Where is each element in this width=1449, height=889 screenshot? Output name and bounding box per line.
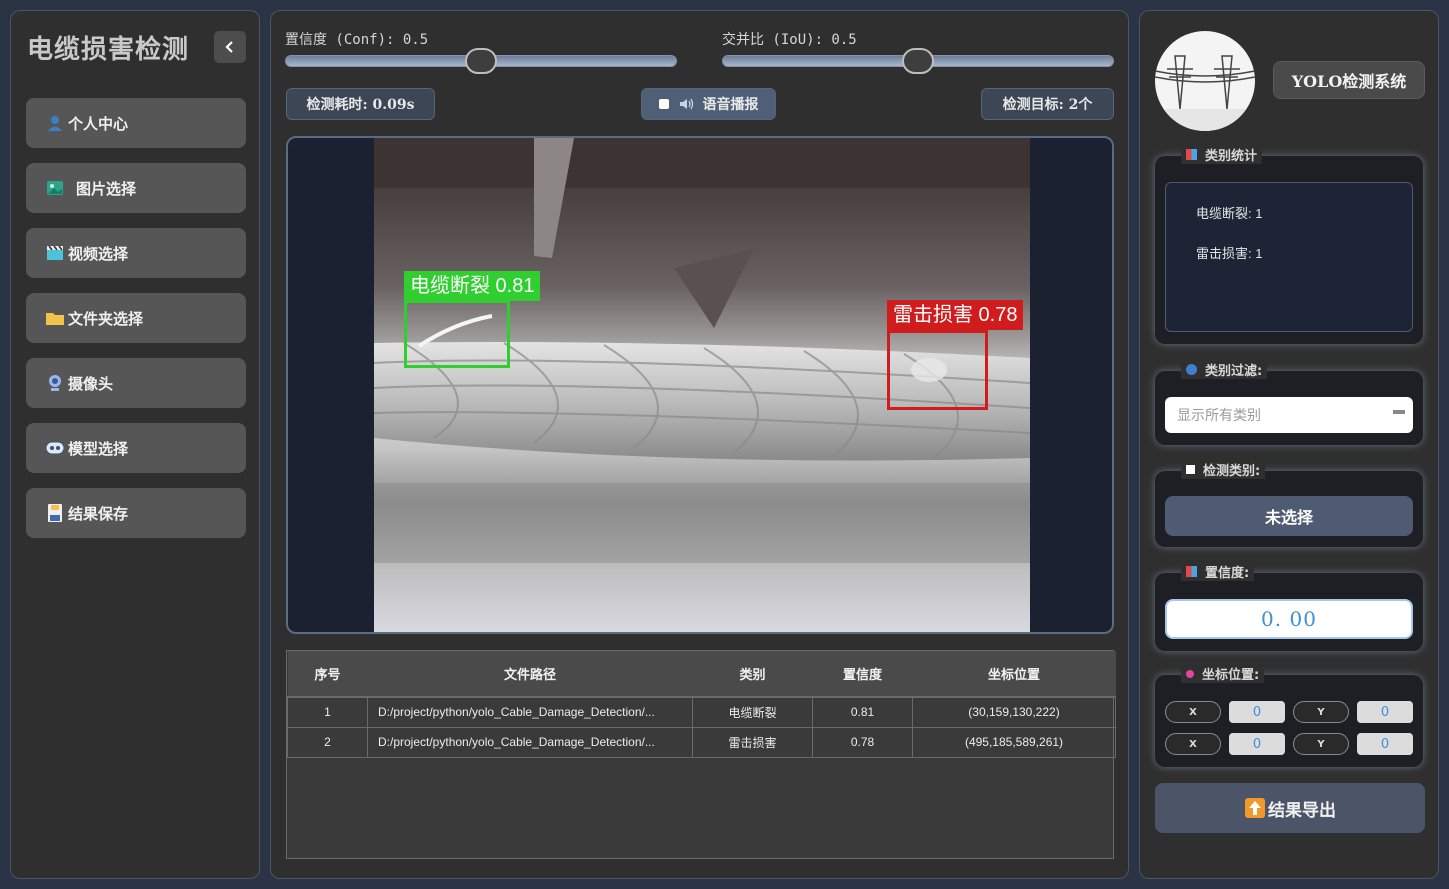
nav-label: 摄像头 [68,374,114,393]
coord-ymin-value: 0 [1357,701,1413,723]
nav-label: 模型选择 [68,439,129,458]
cell-coordinates: (495,185,589,261) [912,726,1116,758]
info-panel: YOLO检测系统 类别统计 电缆断裂: 1 雷击损害: 1 类别过滤: 显示所有… [1139,10,1439,879]
app-title: 电缆损害检测 [27,35,190,65]
coord-xmin-value: 0 [1229,701,1285,723]
nav-personal-center[interactable]: 个人中心 [26,98,246,148]
cable-photo: ✕ 电缆断裂 0.81 雷击损害 0.78 [374,138,1030,632]
nav-label: 结果保存 [68,504,129,523]
class-statistics-box: 电缆断裂: 1 雷击损害: 1 [1165,182,1413,332]
nav-label: 文件夹选择 [68,309,144,328]
detection-image-frame: ✕ 电缆断裂 0.81 雷击损害 0.78 [286,136,1114,634]
upload-icon [1245,798,1265,818]
collapse-sidebar-button[interactable] [214,31,246,63]
folder-icon [44,308,66,328]
search-icon [1186,364,1197,375]
coord-xmax-label: X [1165,733,1221,755]
nav-label: 个人中心 [68,114,129,133]
nav-label: 图片选择 [76,179,137,198]
voice-label: 语音播报 [702,97,759,113]
nav-image-select[interactable]: 图片选择 [26,163,246,213]
detected-class-title: 检测类别: [1181,460,1266,479]
stat-lightning-damage: 雷击损害: 1 [1196,246,1263,261]
table-row[interactable]: 1 D:/project/python/yolo_Cable_Damage_De… [287,696,1116,728]
class-statistics-title: 类别统计 [1181,145,1263,164]
coordinates-group: 坐标位置: X 0 Y 0 X 0 Y 0 [1155,664,1423,767]
column-header-file-path[interactable]: 文件路径 [367,651,693,698]
cell-index: 1 [287,696,368,728]
conf-slider-handle[interactable] [465,48,497,74]
class-filter-dropdown[interactable]: 显示所有类别 [1165,397,1413,433]
video-icon [44,243,66,263]
pin-icon [1186,669,1194,678]
power-tower-icon [1155,55,1255,131]
cell-confidence: 0.78 [812,726,913,758]
iou-slider-label: 交并比 (IoU): 0.5 [722,32,857,48]
square-icon [1186,465,1195,474]
voice-broadcast-toggle[interactable]: 语音播报 [641,88,776,120]
class-statistics-group: 类别统计 电缆断裂: 1 雷击损害: 1 [1155,145,1423,344]
class-filter-title: 类别过滤: [1181,360,1268,379]
nav-label: 视频选择 [68,244,129,263]
table-header-row: 序号 文件路径 类别 置信度 坐标位置 [287,651,1116,698]
detection-box-lightning-damage [887,330,988,410]
detection-box-cable-break [404,300,510,368]
column-header-index[interactable]: 序号 [287,651,368,698]
image-icon [44,178,66,198]
cell-class: 电缆断裂 [692,696,813,728]
iou-slider-handle[interactable] [902,48,934,74]
save-icon [44,503,66,523]
dropdown-arrow-icon [1393,410,1405,414]
conf-slider-label: 置信度 (Conf): 0.5 [285,32,429,48]
coord-xmin-label: X [1165,701,1221,723]
confidence-group: 置信度: 0. 00 [1155,562,1423,651]
class-filter-group: 类别过滤: 显示所有类别 [1155,360,1423,445]
column-header-coordinates[interactable]: 坐标位置 [912,651,1116,698]
nav-webcam[interactable]: 摄像头 [26,358,246,408]
voice-checkbox[interactable] [658,99,669,109]
model-icon [44,438,66,458]
detection-label-cable-break: 电缆断裂 0.81 [404,271,541,301]
user-icon [44,113,66,133]
export-label: 结果导出 [1268,800,1336,821]
cell-class: 雷击损害 [692,726,813,758]
confidence-title: 置信度: [1181,562,1255,581]
table-row[interactable]: 2 D:/project/python/yolo_Cable_Damage_De… [287,726,1116,758]
system-title-button[interactable]: YOLO检测系统 [1273,61,1425,99]
nav-video-select[interactable]: 视频选择 [26,228,246,278]
chevron-left-icon [225,41,233,53]
detection-label-lightning-damage: 雷击损害 0.78 [887,300,1024,330]
cell-confidence: 0.81 [812,696,913,728]
stats-icon [1186,149,1197,160]
cell-coordinates: (30,159,130,222) [912,696,1116,728]
cell-index: 2 [287,726,368,758]
coordinates-title: 坐标位置: [1181,664,1265,683]
detection-targets-display: 检测目标: 2个 [981,88,1114,120]
detected-class-button[interactable]: 未选择 [1165,496,1413,536]
cell-file-path: D:/project/python/yolo_Cable_Damage_Dete… [367,696,693,728]
stat-cable-break: 电缆断裂: 1 [1196,206,1263,221]
sidebar-panel: 电缆损害检测 个人中心 图片选择 视频选择 文件夹选择 摄像头 模型选择 结果保… [10,10,260,879]
cell-file-path: D:/project/python/yolo_Cable_Damage_Dete… [367,726,693,758]
class-filter-placeholder: 显示所有类别 [1177,408,1261,424]
webcam-icon [44,373,66,393]
nav-model-select[interactable]: 模型选择 [26,423,246,473]
main-panel: 置信度 (Conf): 0.5 交并比 (IoU): 0.5 检测耗时: 0.0… [270,10,1129,879]
speaker-icon [679,98,693,110]
nav-save-results[interactable]: 结果保存 [26,488,246,538]
column-header-confidence[interactable]: 置信度 [812,651,913,698]
app-logo [1155,31,1255,131]
coord-ymax-label: Y [1293,733,1349,755]
coord-ymax-value: 0 [1357,733,1413,755]
results-table: 序号 文件路径 类别 置信度 坐标位置 1 D:/project/python/… [286,650,1116,859]
detected-class-group: 检测类别: 未选择 [1155,460,1423,547]
detection-time-display: 检测耗时: 0.09s [286,88,435,120]
export-results-button[interactable]: 结果导出 [1155,783,1425,833]
nav-folder-select[interactable]: 文件夹选择 [26,293,246,343]
stats-icon [1186,566,1197,577]
coord-xmax-value: 0 [1229,733,1285,755]
confidence-value-display: 0. 00 [1165,599,1413,639]
coord-ymin-label: Y [1293,701,1349,723]
column-header-class[interactable]: 类别 [692,651,813,698]
